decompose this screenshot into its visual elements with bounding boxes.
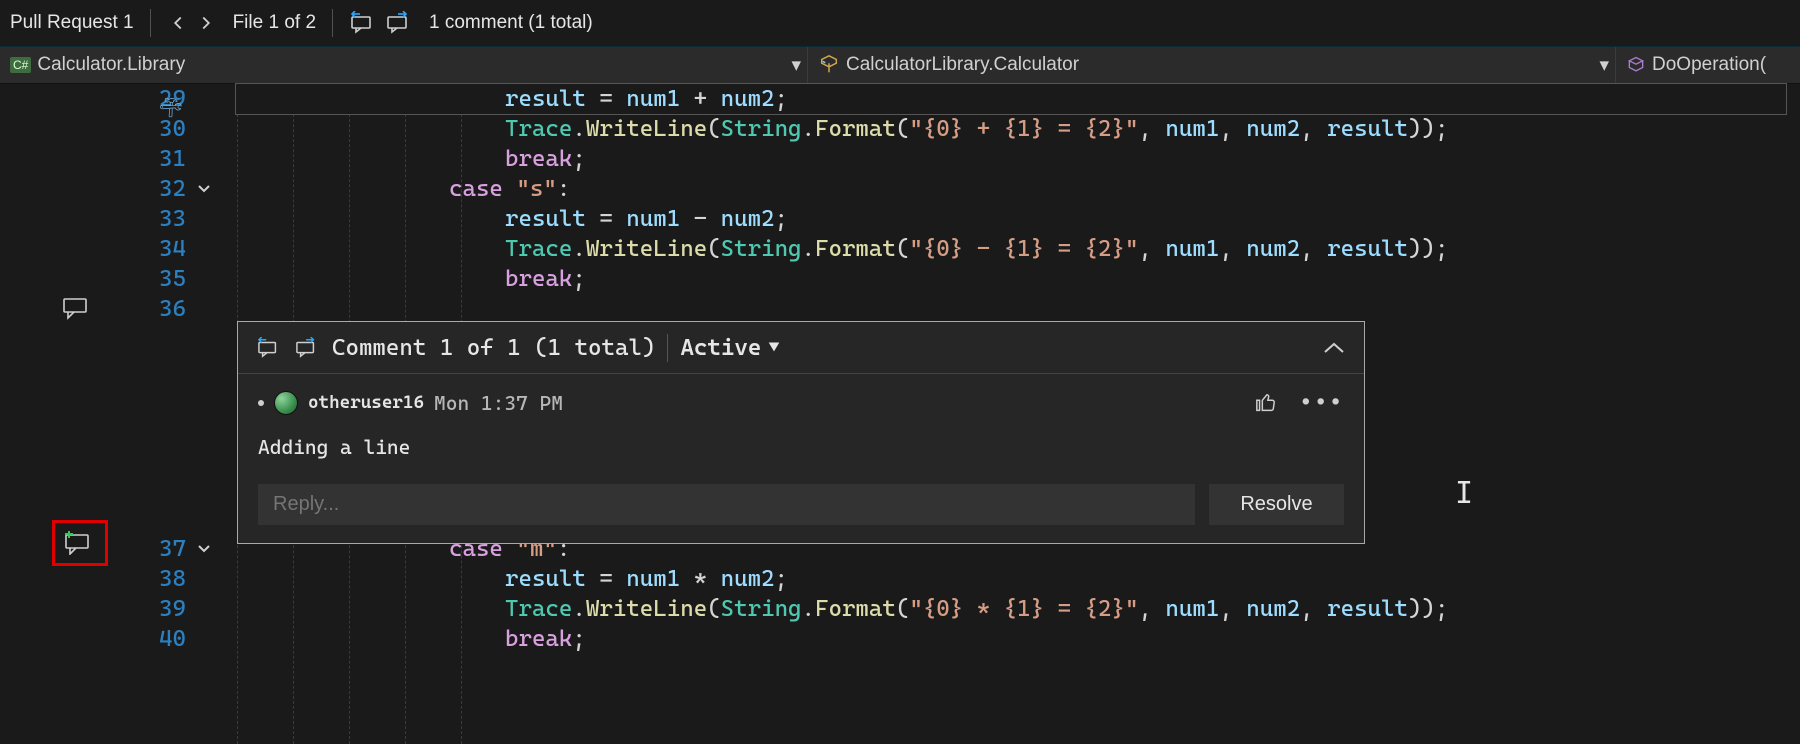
line-number: 39 (159, 594, 186, 624)
code-line[interactable]: break; (505, 264, 586, 294)
file-position: File 1 of 2 (233, 12, 316, 34)
like-icon[interactable] (1253, 392, 1279, 414)
code-line[interactable]: result = num1 * num2; (505, 564, 788, 594)
comment-body: otheruser16 Mon 1:37 PM ••• Adding a lin… (238, 374, 1364, 484)
line-number: 32 (159, 174, 186, 204)
add-comment-icon[interactable] (60, 530, 92, 556)
prev-comment-icon[interactable] (256, 337, 282, 359)
comment-header: Comment 1 of 1 (1 total) Active ▾ (238, 322, 1364, 374)
fold-marker[interactable] (197, 534, 211, 564)
comment-meta: otheruser16 Mon 1:37 PM ••• (258, 388, 1344, 418)
crumb-class[interactable]: CalculatorLibrary.Calculator ▾ (807, 47, 1615, 83)
next-comment-icon[interactable] (385, 11, 413, 35)
comments-summary: 1 comment (1 total) (429, 12, 593, 34)
line-number: 36 (159, 294, 186, 324)
resolve-button[interactable]: Resolve (1209, 484, 1344, 525)
code-line[interactable]: break; (505, 144, 586, 174)
code-line[interactable]: result = num1 + num2; (236, 84, 1786, 114)
comment-marker-icon[interactable] (60, 296, 92, 322)
pr-toolbar: Pull Request 1 File 1 of 2 1 comment (1 … (0, 0, 1800, 47)
more-icon[interactable]: ••• (1299, 388, 1344, 418)
line-number: 37 (159, 534, 186, 564)
code-line[interactable]: break; (505, 624, 586, 654)
comment-thread-card: Comment 1 of 1 (1 total) Active ▾ otheru… (237, 321, 1365, 544)
class-icon (818, 54, 840, 76)
code-line[interactable]: Trace.WriteLine(String.Format("{0} * {1}… (505, 594, 1448, 624)
pr-title: Pull Request 1 (10, 12, 134, 34)
crumb-namespace-label: Calculator.Library (37, 54, 185, 76)
comment-actions: Resolve (238, 484, 1364, 543)
next-comment-icon[interactable] (294, 337, 320, 359)
comment-author: otheruser16 (308, 388, 424, 418)
code-line[interactable]: Trace.WriteLine(String.Format("{0} + {1}… (505, 114, 1448, 144)
code-line[interactable]: Trace.WriteLine(String.Format("{0} - {1}… (505, 234, 1448, 264)
chevron-down-icon: ▾ (767, 333, 780, 363)
toolbar-divider (332, 9, 333, 37)
nav-prev-icon[interactable] (167, 12, 189, 34)
crumb-class-label: CalculatorLibrary.Calculator (846, 54, 1079, 76)
comment-status-label: Active (680, 333, 761, 363)
code-line[interactable]: case "s": (449, 174, 570, 204)
unread-dot-icon (258, 400, 264, 406)
code-line[interactable]: result = num1 - num2; (505, 204, 788, 234)
crumb-method-label: DoOperation( (1652, 54, 1766, 76)
avatar (274, 391, 298, 415)
line-number: 33 (159, 204, 186, 234)
chevron-down-icon: ▾ (791, 54, 801, 77)
prev-comment-icon[interactable] (349, 11, 377, 35)
comment-text: Adding a line (258, 432, 1344, 462)
line-number: 35 (159, 264, 186, 294)
comment-count: Comment 1 of 1 (1 total) (332, 333, 655, 363)
code-editor[interactable]: 293031323334353637383940 result = num1 +… (0, 84, 1800, 744)
toolbar-divider (150, 9, 151, 37)
method-icon (1626, 55, 1646, 75)
text-cursor-icon: I (1455, 479, 1473, 509)
collapse-icon[interactable] (1322, 340, 1346, 356)
crumb-method[interactable]: DoOperation( (1615, 47, 1800, 83)
fold-marker[interactable] (197, 174, 211, 204)
chevron-down-icon: ▾ (1599, 54, 1609, 77)
nav-next-icon[interactable] (195, 12, 217, 34)
line-number: 38 (159, 564, 186, 594)
line-number: 34 (159, 234, 186, 264)
reply-input[interactable] (258, 484, 1195, 525)
breadcrumb-bar: C# Calculator.Library ▾ CalculatorLibrar… (0, 47, 1800, 84)
line-number: 40 (159, 624, 186, 654)
csharp-file-icon: C# (10, 57, 31, 73)
crumb-namespace[interactable]: C# Calculator.Library ▾ (0, 47, 807, 83)
line-number: 31 (159, 144, 186, 174)
comment-time: Mon 1:37 PM (434, 388, 563, 418)
comment-status-dropdown[interactable]: Active ▾ (667, 334, 780, 362)
